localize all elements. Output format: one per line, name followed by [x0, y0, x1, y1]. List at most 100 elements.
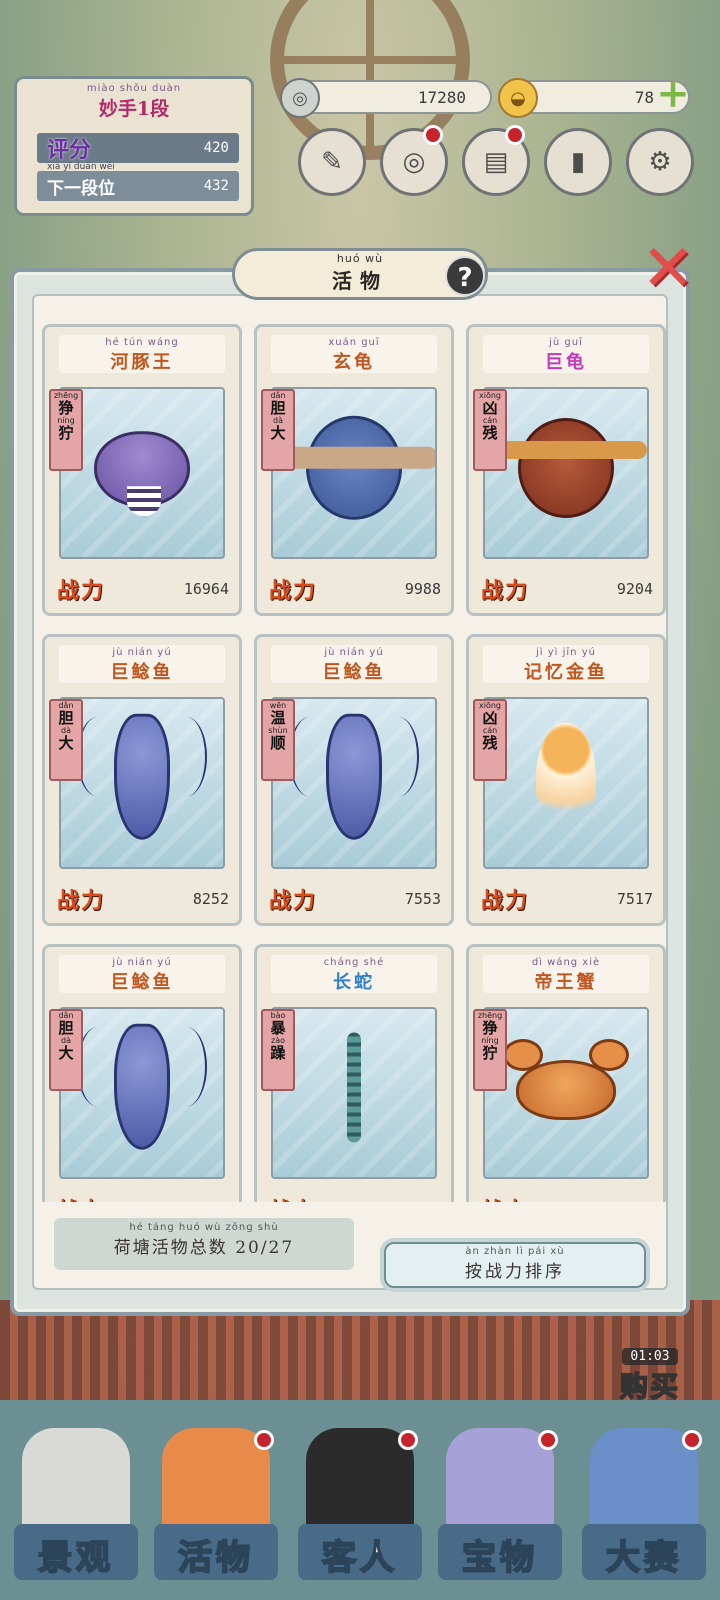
rank-title: miào shǒu duàn 妙手1段	[17, 83, 251, 121]
creature-name-pinyin: jù nián yú	[324, 647, 384, 658]
koi-icon	[162, 1428, 270, 1536]
power-label: 战力	[269, 889, 318, 914]
add-gold-button[interactable]: +	[654, 74, 692, 114]
creature-crab-art	[503, 1039, 629, 1120]
trait-char: 温	[270, 709, 286, 727]
creature-image-frame: yǐ tūn已吞 3	[59, 697, 225, 869]
creature-name: 帝王蟹	[534, 972, 598, 993]
power-value: 7517	[616, 890, 653, 908]
nav-tab-5[interactable]: 大赛	[574, 1420, 714, 1600]
creature-name-bar: jù nián yú 巨鲶鱼	[59, 645, 225, 683]
nav-tab-3[interactable]: 客人	[290, 1420, 430, 1600]
sort-by-power-button[interactable]: àn zhàn lì pái xù 按战力排序	[384, 1242, 646, 1288]
notification-badge	[682, 1430, 702, 1450]
creature-catfish-art	[77, 713, 207, 840]
power-value: 7553	[404, 890, 441, 908]
power-label: 战力	[481, 1193, 529, 1202]
creature-name-bar: jù nián yú 巨鲶鱼	[59, 955, 225, 993]
creature-name-bar: dì wáng xiè 帝王蟹	[483, 955, 649, 993]
fish-trophy-icon	[590, 1428, 698, 1536]
card-button[interactable]: ▮	[544, 128, 612, 196]
trait-char: 大	[270, 424, 286, 442]
creature-name-pinyin: jù guī	[549, 337, 583, 348]
nav-label: 活物	[177, 1537, 254, 1579]
creature-name-pinyin: jì yì jīn yú	[536, 647, 596, 658]
creature-turtle-red-art	[485, 418, 647, 518]
creature-card[interactable]: dì wáng xiè 帝王蟹 yǐ tūn已吞 0zhēng狰níng狞战力	[466, 944, 666, 1202]
creature-grid[interactable]: hé tún wáng河豚王yǐ tūn已吞 0zhēng狰níng狞战力169…	[28, 318, 668, 1202]
creature-name-pinyin: jù nián yú	[112, 647, 172, 658]
sort-pinyin: àn zhàn lì pái xù	[465, 1246, 565, 1257]
creature-card[interactable]: xuán guī 玄龟 yǐ tūn已吞 0dǎn胆dà大战力 9988	[254, 324, 454, 616]
creature-card[interactable]: hé tún wáng 河豚王 yǐ tūn已吞 0zhēng狰níng狞战力 169…	[42, 324, 242, 616]
score-row: 评分 420	[37, 133, 239, 163]
creature-card[interactable]: jù nián yú 巨鲶鱼 yǐ tūn已吞 2wēn温shùn顺战力 7553	[254, 634, 454, 926]
score-value: 420	[203, 140, 229, 156]
creature-catfish-art	[289, 713, 419, 840]
creature-name-bar: cháng shé 长蛇	[271, 955, 437, 993]
gear-button[interactable]: ⚙	[626, 128, 694, 196]
creature-name: 巨鲶鱼	[322, 662, 386, 683]
creature-image-frame: yǐ tūn已吞 0	[271, 387, 437, 559]
creature-puffer-art	[94, 431, 190, 517]
trait-char: 胆	[270, 399, 286, 417]
trait-char: 凶	[482, 709, 498, 727]
brush-scroll-button[interactable]: ✎	[298, 128, 366, 196]
nav-tab-4[interactable]: 宝物	[430, 1420, 570, 1600]
trait-char: 躁	[270, 1044, 286, 1062]
notification-badge	[423, 125, 443, 145]
gear-icon: ⚙	[648, 147, 672, 177]
coin-counter: ◎ 17280	[280, 78, 492, 118]
temperament-tag: wēn 温 shùn 顺	[261, 699, 295, 781]
count-text: 荷塘活物总数 20/27	[113, 1238, 295, 1258]
notification-badge	[254, 1430, 274, 1450]
count-pinyin: hé táng huó wù zǒng shù	[129, 1222, 279, 1233]
rank-title-text: 妙手1段	[98, 98, 170, 120]
creature-name-pinyin: dì wáng xiè	[531, 957, 601, 968]
next-rank-row: xià yī duàn wèi 下一段位 432	[37, 162, 239, 201]
trait-char: 狞	[58, 424, 74, 442]
creature-name-pinyin: hé tún wáng	[105, 337, 179, 348]
creature-name-bar: jù nián yú 巨鲶鱼	[271, 645, 437, 683]
temperament-tag: bào 暴 zào 躁	[261, 1009, 295, 1091]
creature-card[interactable]: cháng shé 长蛇 yǐ tūn已吞 3bào暴zào躁战力	[254, 944, 454, 1202]
power-label: 战力	[57, 579, 106, 604]
power-label: 战力	[269, 1193, 317, 1202]
temperament-tag: dǎn 胆 dà 大	[261, 389, 295, 471]
creature-name-bar: jù guī 巨龟	[483, 335, 649, 373]
trait-char: 残	[482, 734, 498, 752]
sort-label: 按战力排序	[465, 1262, 565, 1282]
creature-image-frame: yǐ tūn已吞 13	[483, 697, 649, 869]
power-label: 战力	[481, 579, 530, 604]
notification-badge	[538, 1430, 558, 1450]
nav-tab-1[interactable]: 景观	[6, 1420, 146, 1600]
power-row: 战力	[481, 1191, 653, 1202]
creature-name-pinyin: xuán guī	[328, 337, 380, 348]
nav-label: 大赛	[605, 1537, 682, 1579]
trait-char: 残	[482, 424, 498, 442]
buy-widget[interactable]: 01:03 购买	[600, 1318, 700, 1428]
temperament-tag: zhēng 狰 níng 狞	[473, 1009, 507, 1091]
trait-char: 暴	[270, 1019, 286, 1037]
creature-name-bar: xuán guī 玄龟	[271, 335, 437, 373]
power-row: 战力	[57, 1191, 229, 1202]
power-value: 9204	[616, 580, 653, 598]
power-value: 8252	[192, 890, 229, 908]
creature-name-bar: jì yì jīn yú 记忆金鱼	[483, 645, 649, 683]
scroll-button[interactable]: ▤	[462, 125, 530, 196]
creature-image-frame: yǐ tūn已吞 0	[59, 1007, 225, 1179]
creature-card[interactable]: jì yì jīn yú 记忆金鱼 yǐ tūn已吞 13xiōng凶cán残战力 7…	[466, 634, 666, 926]
trait-char: 狞	[482, 1044, 498, 1062]
panel-title-pinyin: huó wù	[336, 252, 384, 265]
power-row: 战力	[269, 1191, 441, 1202]
creature-card[interactable]: jù nián yú 巨鲶鱼 yǐ tūn已吞 0dǎn胆dà大战力	[42, 944, 242, 1202]
nav-tab-2[interactable]: 活物	[146, 1420, 286, 1600]
help-button[interactable]: ?	[445, 256, 485, 296]
brush-scroll-icon: ✎	[321, 147, 343, 177]
swirl-button[interactable]: ◎	[380, 125, 448, 196]
creature-image-frame: yǐ tūn已吞 0	[483, 1007, 649, 1179]
creature-card[interactable]: jù guī 巨龟 yǐ tūn已吞 0xiōng凶cán残战力 9204	[466, 324, 666, 616]
creature-card[interactable]: jù nián yú 巨鲶鱼 yǐ tūn已吞 3dǎn胆dà大战力 8252	[42, 634, 242, 926]
close-button[interactable]: ✕	[636, 237, 700, 304]
trait-char: 狰	[58, 399, 74, 417]
